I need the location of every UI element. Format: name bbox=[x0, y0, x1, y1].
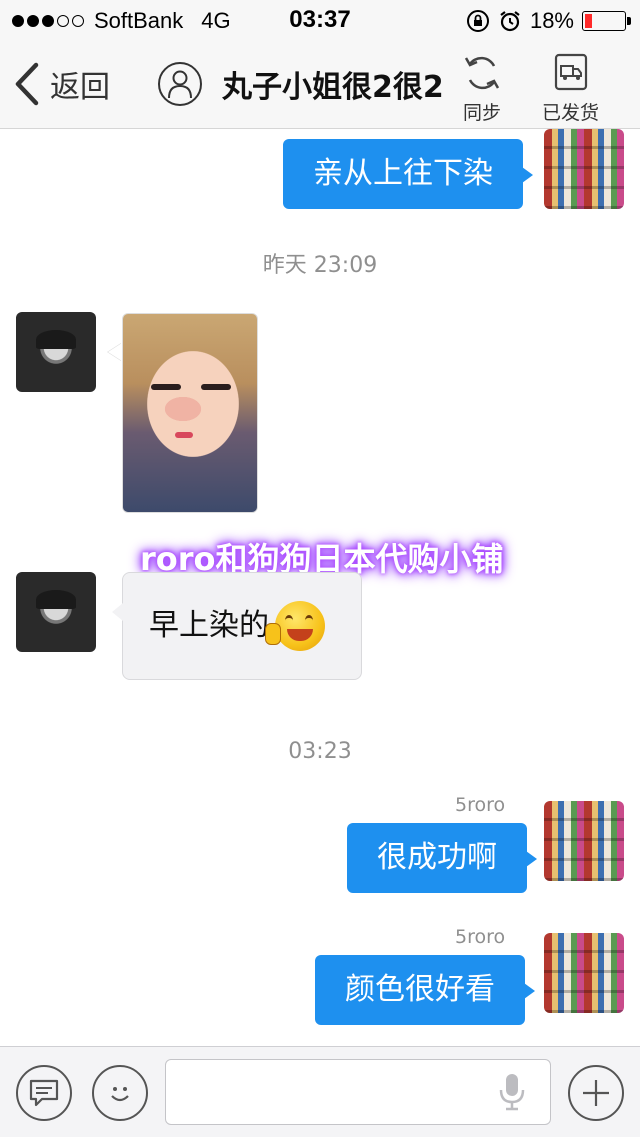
microphone-icon[interactable] bbox=[498, 1072, 526, 1112]
page-title: 丸子小姐很2很2 bbox=[222, 70, 444, 105]
back-button[interactable]: 返回 bbox=[14, 62, 110, 106]
chat-message-list[interactable]: 亲从上往下染 昨天 23:09 roro和狗狗日本代购小铺 早上染的 03:23… bbox=[0, 129, 640, 1046]
battery-percent: 18% bbox=[529, 8, 574, 33]
shipped-truck-icon bbox=[554, 53, 587, 91]
back-label: 返回 bbox=[50, 70, 110, 105]
outgoing-message-bubble[interactable]: 亲从上往下染 bbox=[283, 139, 533, 209]
chat-bubble-icon bbox=[29, 1079, 59, 1107]
image-bubble-tail bbox=[108, 343, 122, 361]
my-avatar[interactable] bbox=[544, 933, 624, 1013]
message-text: 颜色很好看 bbox=[345, 972, 495, 1007]
battery-icon bbox=[582, 11, 631, 31]
image-message-photo[interactable] bbox=[122, 313, 258, 513]
status-bar: SoftBank 4G 03:37 18% bbox=[0, 0, 640, 40]
sync-icon bbox=[464, 56, 500, 90]
contact-avatar[interactable] bbox=[16, 312, 96, 392]
my-avatar[interactable] bbox=[544, 129, 624, 209]
chevron-left-icon bbox=[15, 62, 39, 106]
alarm-icon bbox=[500, 11, 520, 32]
smiley-icon bbox=[111, 1087, 129, 1102]
sender-name: 5roro bbox=[455, 926, 506, 948]
message-text-input[interactable] bbox=[165, 1059, 551, 1125]
emoji-button[interactable] bbox=[92, 1065, 148, 1121]
contact-avatar[interactable] bbox=[16, 572, 96, 652]
shipped-label: 已发货 bbox=[542, 102, 600, 124]
victory-grin-emoji-icon bbox=[265, 601, 325, 651]
incoming-message-bubble[interactable]: 早上染的 bbox=[112, 572, 362, 680]
more-actions-button[interactable] bbox=[568, 1065, 624, 1121]
status-right: 18% bbox=[466, 8, 631, 34]
message-input-bar bbox=[0, 1046, 640, 1137]
message-text: 亲从上往下染 bbox=[313, 156, 493, 191]
quick-phrase-button[interactable] bbox=[16, 1065, 72, 1121]
user-profile-icon[interactable] bbox=[158, 62, 202, 106]
sender-name: 5roro bbox=[455, 794, 506, 816]
nav-bar: 返回 丸子小姐很2很2 同步 已发货 bbox=[0, 40, 640, 129]
sync-label: 同步 bbox=[462, 102, 501, 124]
timestamp: 昨天 23:09 bbox=[262, 253, 378, 278]
plus-icon bbox=[583, 1080, 609, 1106]
sync-button[interactable]: 同步 bbox=[462, 52, 502, 125]
outgoing-message-bubble[interactable]: 很成功啊 bbox=[347, 823, 537, 893]
message-text: 很成功啊 bbox=[377, 840, 497, 875]
outgoing-message-bubble[interactable]: 颜色很好看 bbox=[315, 955, 535, 1025]
shipped-button[interactable]: 已发货 bbox=[542, 52, 599, 125]
chat-title-area[interactable]: 丸子小姐很2很2 bbox=[158, 62, 444, 106]
my-avatar[interactable] bbox=[544, 801, 624, 881]
message-text: 早上染的 bbox=[149, 608, 269, 643]
timestamp: 03:23 bbox=[288, 739, 352, 764]
rotation-lock-icon bbox=[466, 10, 489, 32]
